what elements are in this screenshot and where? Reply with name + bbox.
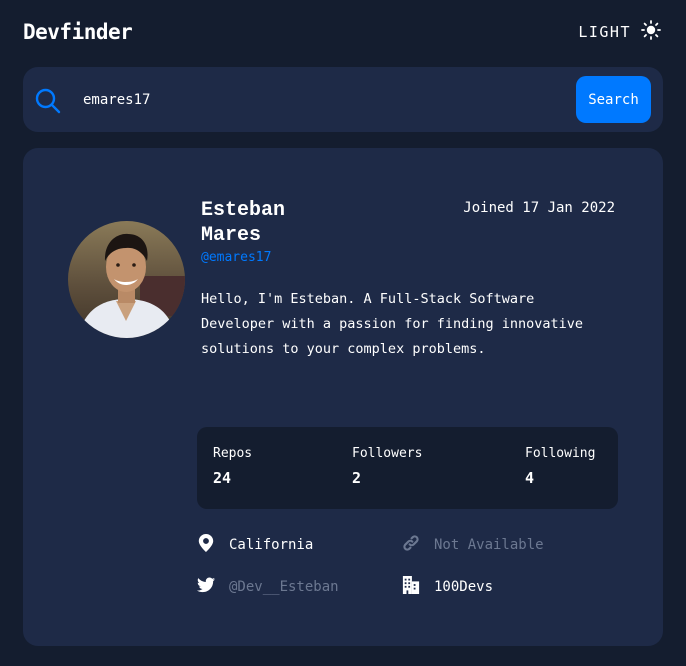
sun-icon: [641, 20, 661, 44]
stats-panel: Repos 24 Followers 2 Following 4: [197, 427, 618, 509]
stat-following: Following 4: [525, 446, 595, 487]
stat-followers: Followers 2: [352, 446, 422, 487]
search-icon: [35, 88, 61, 114]
app-title: Devfinder: [23, 20, 133, 44]
profile-bio: Hello, I'm Esteban. A Full-Stack Softwar…: [201, 291, 584, 357]
twitter-row: @Dev__Esteban: [197, 576, 339, 598]
search-bar: Search: [23, 67, 663, 132]
stat-following-value: 4: [525, 469, 535, 487]
stat-repos-label: Repos: [213, 446, 253, 461]
location-pin-icon: [197, 534, 215, 556]
profile-name: Esteban Mares: [201, 199, 286, 247]
location-text: California: [229, 537, 314, 553]
stat-followers-value: 2: [352, 469, 362, 487]
avatar: [68, 221, 185, 338]
profile-login-link[interactable]: @emares17: [201, 250, 271, 265]
company-text: 100Devs: [434, 579, 494, 595]
search-button[interactable]: Search: [576, 76, 651, 123]
twitter-text[interactable]: @Dev__Esteban: [229, 579, 339, 595]
blog-row: Not Available: [402, 534, 544, 556]
stat-followers-label: Followers: [352, 446, 423, 461]
header: Devfinder LIGHT: [23, 18, 663, 46]
company-row: 100Devs: [402, 576, 493, 598]
search-input[interactable]: [83, 87, 563, 113]
stat-repos-value: 24: [213, 469, 232, 487]
joined-date: Joined 17 Jan 2022: [463, 200, 615, 216]
theme-toggle[interactable]: LIGHT: [578, 20, 661, 44]
stat-following-label: Following: [525, 446, 596, 461]
profile-card: Esteban Mares Joined 17 Jan 2022 @emares…: [23, 148, 663, 646]
location-row: California: [197, 534, 313, 556]
stat-repos: Repos 24: [213, 446, 252, 487]
theme-toggle-label: LIGHT: [578, 23, 631, 41]
link-icon: [402, 534, 420, 556]
office-building-icon: [402, 576, 420, 598]
twitter-icon: [197, 576, 215, 598]
blog-text: Not Available: [434, 537, 544, 553]
